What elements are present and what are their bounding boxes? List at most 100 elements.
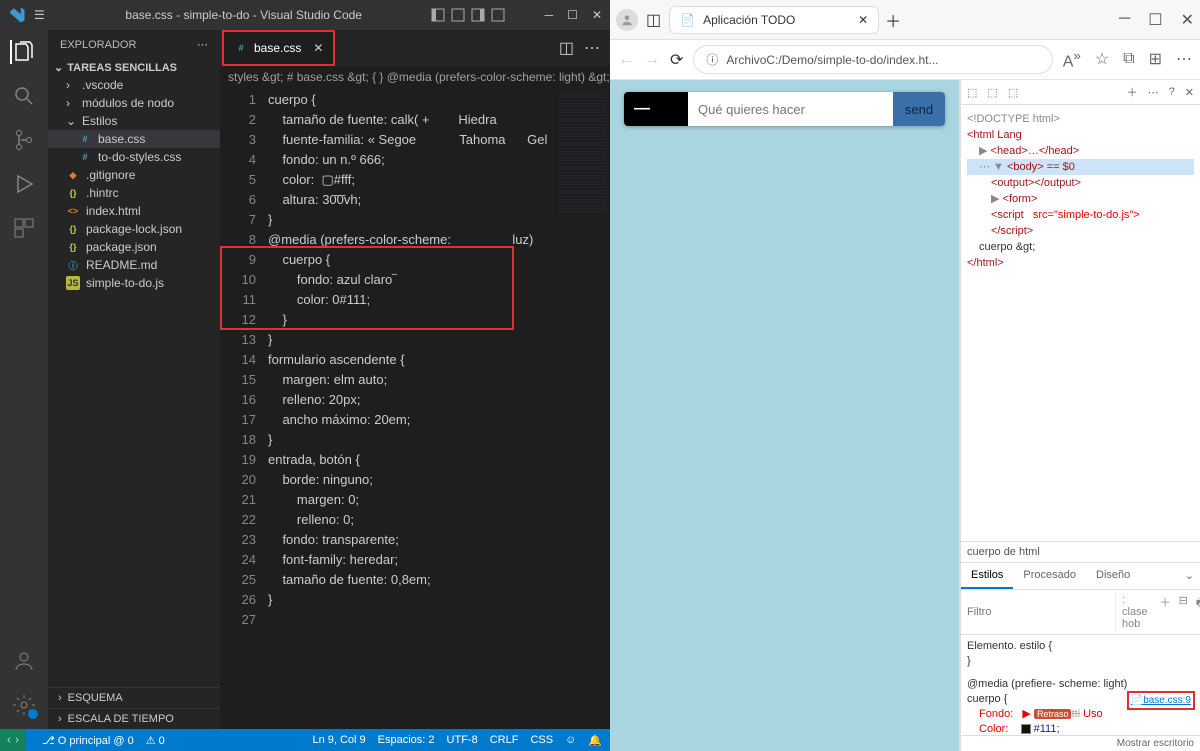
new-tab-icon[interactable]: ＋ (885, 8, 901, 32)
cls-toggle[interactable]: : clase hob (1115, 590, 1154, 634)
tree-folder[interactable]: ›módulos de nodo (48, 94, 220, 112)
minimize-icon[interactable]: ─ (1119, 10, 1130, 30)
help-icon[interactable]: ? (1169, 86, 1175, 98)
line-gutter: 1234567891011121314151617181920212223242… (220, 88, 268, 729)
more-actions-icon[interactable]: ⋯ (584, 38, 600, 58)
search-icon[interactable] (12, 84, 36, 108)
styles-pane[interactable]: Elemento. estilo { } @media (prefiere- s… (961, 635, 1200, 735)
explorer-sidebar: EXPLORADOR ⋯ ⌄ TAREAS SENCILLAS ›.vscode… (48, 30, 220, 729)
form-prefix: — (624, 92, 688, 126)
indent[interactable]: Espacios: 2 (378, 734, 435, 746)
breadcrumb[interactable]: styles &gt; # base.css &gt; { } @media (… (220, 66, 610, 88)
reader-icon[interactable]: A» (1063, 48, 1081, 71)
layout-icon[interactable] (491, 8, 505, 22)
profile-icon[interactable] (616, 9, 638, 31)
settings-gear-icon[interactable] (12, 693, 36, 717)
cursor-position[interactable]: Ln 9, Col 9 (312, 734, 365, 746)
run-debug-icon[interactable] (12, 172, 36, 196)
menu-icon[interactable]: ⋯ (1176, 49, 1192, 69)
device-icon[interactable]: ⬚ (987, 86, 997, 99)
pin-icon[interactable]: ⊟ (1179, 594, 1188, 630)
activity-bar (0, 30, 48, 729)
close-tab-icon[interactable]: ✕ (858, 13, 868, 27)
language-mode[interactable]: CSS (530, 734, 553, 746)
outline-section[interactable]: ›ESQUEMA (48, 687, 220, 708)
project-root[interactable]: ⌄ TAREAS SENCILLAS (48, 59, 220, 76)
close-icon[interactable]: ✕ (592, 8, 602, 22)
source-link[interactable]: 📄base.css:9 (1127, 691, 1195, 710)
layout-controls[interactable] (431, 8, 505, 22)
panel-bottom-icon[interactable] (451, 8, 465, 22)
tree-file[interactable]: #base.css (48, 130, 220, 148)
source-control-icon[interactable] (12, 128, 36, 152)
todo-form: — send (624, 92, 945, 126)
code-content[interactable]: cuerpo { tamaño de fuente: calk( + Hiedr… (268, 88, 555, 729)
extensions-icon[interactable]: ⊞ (1149, 49, 1162, 69)
tree-file[interactable]: JSsimple-to-do.js (48, 274, 220, 292)
tree-file[interactable]: ⓘREADME.md (48, 256, 220, 274)
close-tab-icon[interactable]: ✕ (313, 41, 323, 55)
title-bar: ☰ base.css - simple-to-do - Visual Studi… (0, 0, 610, 30)
dom-tree[interactable]: <!DOCTYPE html> <html Lang ▶ <head>…</he… (961, 105, 1200, 541)
close-devtools-icon[interactable]: ✕ (1185, 86, 1194, 99)
close-icon[interactable]: ✕ (1181, 10, 1194, 30)
code-editor[interactable]: 1234567891011121314151617181920212223242… (220, 88, 610, 729)
browser-tab[interactable]: 📄 Aplicación TODO ✕ (669, 6, 879, 34)
window-title: base.css - simple-to-do - Visual Studio … (57, 8, 431, 22)
eol[interactable]: CRLF (490, 734, 519, 746)
hamburger-icon[interactable]: ☰ (34, 8, 45, 22)
tab-bar: # base.css ✕ ◫ ⋯ (220, 30, 610, 66)
minimap[interactable] (555, 88, 610, 729)
git-branch[interactable]: ⎇ O principal @ 0 (42, 734, 134, 747)
forward-icon[interactable]: → (644, 51, 660, 69)
back-icon[interactable]: ← (618, 51, 634, 69)
encoding[interactable]: UTF-8 (447, 734, 478, 746)
panel-right-icon[interactable] (471, 8, 485, 22)
tab-computed[interactable]: Procesado (1013, 563, 1086, 589)
tree-file[interactable]: {}package-lock.json (48, 220, 220, 238)
inspect-icon[interactable]: ⬚ (967, 86, 977, 99)
extensions-icon[interactable] (12, 216, 36, 240)
dom-breadcrumb[interactable]: cuerpo de html (961, 541, 1200, 562)
dock-icon[interactable]: ⬚ (1008, 86, 1018, 99)
editor-tab[interactable]: # base.css ✕ (222, 30, 335, 66)
tab-layout[interactable]: Diseño (1086, 563, 1140, 589)
account-icon[interactable] (12, 649, 36, 673)
favorite-icon[interactable]: ☆ (1095, 49, 1109, 69)
info-icon[interactable]: ⓘ (706, 51, 718, 68)
maximize-icon[interactable]: ☐ (1148, 10, 1162, 30)
chevron-down-icon[interactable]: ⌄ (1179, 563, 1200, 589)
new-rule-icon[interactable]: ＋ (1160, 594, 1171, 630)
feedback-icon[interactable]: ☺ (565, 734, 576, 746)
split-editor-icon[interactable]: ◫ (559, 38, 574, 58)
print-icon[interactable]: 🖶 (1196, 594, 1200, 630)
tree-file[interactable]: {}.hintrc (48, 184, 220, 202)
timeline-section[interactable]: ›ESCALA DE TIEMPO (48, 708, 220, 729)
more-icon[interactable]: ⋯ (197, 38, 208, 51)
tree-file[interactable]: #to-do-styles.css (48, 148, 220, 166)
tree-file[interactable]: ◆.gitignore (48, 166, 220, 184)
more-icon[interactable]: ⋯ (1148, 86, 1159, 99)
collections-icon[interactable]: ⧉ (1123, 50, 1134, 68)
send-button[interactable]: send (893, 92, 945, 126)
minimize-icon[interactable]: ─ (545, 8, 554, 22)
bell-icon[interactable]: 🔔 (588, 734, 602, 747)
tree-file[interactable]: <>index.html (48, 202, 220, 220)
tree-folder[interactable]: ›.vscode (48, 76, 220, 94)
tab-label: base.css (254, 41, 301, 55)
remote-indicator[interactable] (0, 729, 26, 751)
plus-icon[interactable]: ＋ (1127, 84, 1138, 100)
warnings[interactable]: ⚠ 0 (146, 734, 165, 747)
maximize-icon[interactable]: ☐ (567, 8, 578, 22)
todo-input[interactable] (688, 92, 893, 126)
refresh-icon[interactable]: ⟳ (670, 50, 683, 70)
filter-input[interactable] (961, 590, 1115, 634)
tabs-icon[interactable]: ◫ (646, 10, 661, 30)
devtools-footer[interactable]: Mostrar escritorio (961, 735, 1200, 751)
tab-styles[interactable]: Estilos (961, 563, 1013, 589)
tree-folder[interactable]: ⌄Estilos (48, 112, 220, 130)
url-input[interactable]: ⓘ ArchivoC:/Demo/simple-to-do/index.ht..… (693, 45, 1052, 74)
tree-file[interactable]: {}package.json (48, 238, 220, 256)
explorer-icon[interactable] (10, 40, 38, 64)
panel-left-icon[interactable] (431, 8, 445, 22)
